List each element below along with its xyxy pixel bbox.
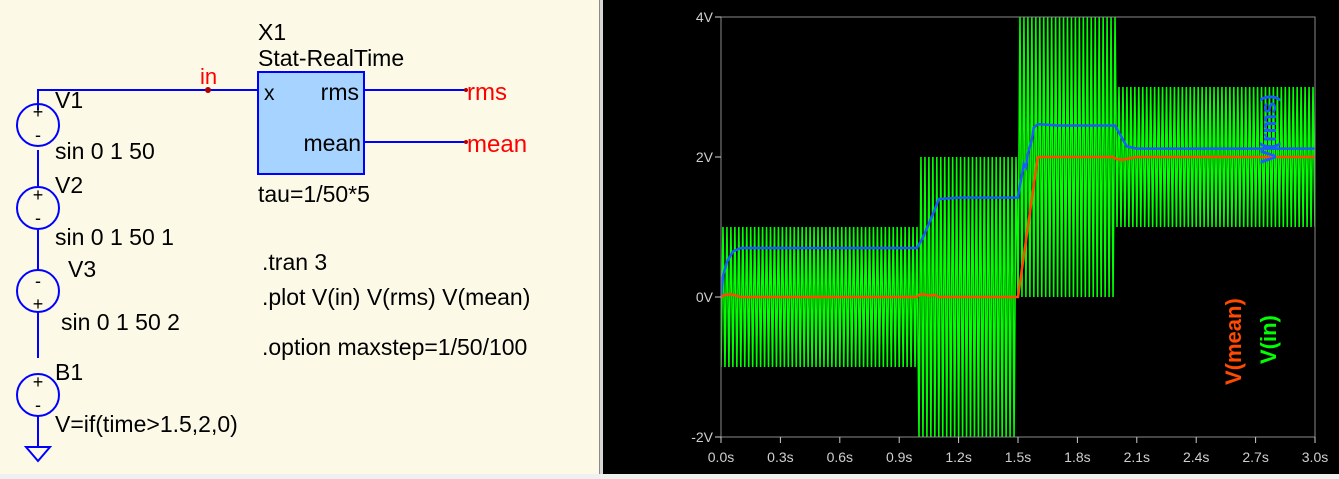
x-tick-label: 3.0s <box>1302 449 1328 465</box>
block-param: tau=1/50*5 <box>258 181 370 207</box>
y-tick-label: 0V <box>696 289 714 305</box>
x-tick-label: 2.7s <box>1242 449 1268 465</box>
v1-value: sin 0 1 50 <box>55 138 155 164</box>
pin-label-x: x <box>264 82 275 105</box>
schematic-canvas[interactable]: in rms mean X1 Stat-RealTime x rms mean … <box>0 0 599 474</box>
trace-label-mean[interactable]: V(mean) <box>1221 298 1246 385</box>
y-tick-label: -2V <box>691 429 713 445</box>
b1-value: V=if(time>1.5,2,0) <box>55 411 238 437</box>
directive-option[interactable]: .option maxstep=1/50/100 <box>262 334 527 360</box>
x-tick-label: 2.1s <box>1124 449 1150 465</box>
source-b1[interactable]: + - <box>16 372 60 417</box>
directive-tran[interactable]: .tran 3 <box>262 249 327 275</box>
directive-plot[interactable]: .plot V(in) V(rms) V(mean) <box>262 284 530 310</box>
x-tick-label: 1.8s <box>1064 449 1090 465</box>
v3-name: V3 <box>68 256 96 282</box>
net-label-in[interactable]: in <box>200 64 217 89</box>
x-tick-label: 0.6s <box>827 449 853 465</box>
block-ref: X1 <box>258 19 286 45</box>
x-tick-label: 0.3s <box>767 449 793 465</box>
v3-value: sin 0 1 50 2 <box>61 309 180 335</box>
plus-icon: + <box>33 372 44 392</box>
x-tick-label: 2.4s <box>1183 449 1209 465</box>
y-tick-label: 4V <box>696 9 714 25</box>
y-tick-label: 2V <box>696 149 714 165</box>
v1-name: V1 <box>55 87 83 113</box>
net-label-rms[interactable]: rms <box>467 79 507 106</box>
waveform-canvas[interactable]: 4V 2V 0V -2V 0.0s 0.3s 0.6s 0.9s 1.2s 1.5s 1.8s 2.1… <box>603 0 1339 474</box>
v2-value: sin 0 1 50 1 <box>55 224 174 250</box>
block-type: Stat-RealTime <box>258 45 404 71</box>
source-v2[interactable]: + - <box>16 185 60 230</box>
pin-label-mean: mean <box>303 130 361 156</box>
net-label-mean[interactable]: mean <box>467 131 527 158</box>
schematic-editor[interactable]: in rms mean X1 Stat-RealTime x rms mean … <box>0 0 600 474</box>
plus-icon: + <box>33 185 44 205</box>
minus-icon: - <box>35 208 41 228</box>
x-tick-label: 0.9s <box>886 449 912 465</box>
plus-icon: + <box>33 294 44 314</box>
minus-icon: - <box>35 271 41 291</box>
minus-icon: - <box>35 395 41 415</box>
ground-icon[interactable] <box>23 446 53 463</box>
source-v1[interactable]: + - <box>16 102 60 147</box>
pin-label-rms: rms <box>321 79 359 105</box>
x-tick-label: 1.5s <box>1005 449 1031 465</box>
trace-label-rms[interactable]: V(rms) <box>1256 94 1281 164</box>
source-v3[interactable]: - + <box>16 269 60 314</box>
b1-name: B1 <box>55 359 83 385</box>
v2-name: V2 <box>55 172 83 198</box>
waveform-viewer[interactable]: 4V 2V 0V -2V 0.0s 0.3s 0.6s 0.9s 1.2s 1.5s 1.8s 2.1… <box>603 0 1339 474</box>
trace-label-in[interactable]: V(in) <box>1256 315 1281 364</box>
plus-icon: + <box>33 102 44 122</box>
x-tick-label: 0.0s <box>708 449 734 465</box>
minus-icon: - <box>35 125 41 145</box>
x-tick-label: 1.2s <box>945 449 971 465</box>
